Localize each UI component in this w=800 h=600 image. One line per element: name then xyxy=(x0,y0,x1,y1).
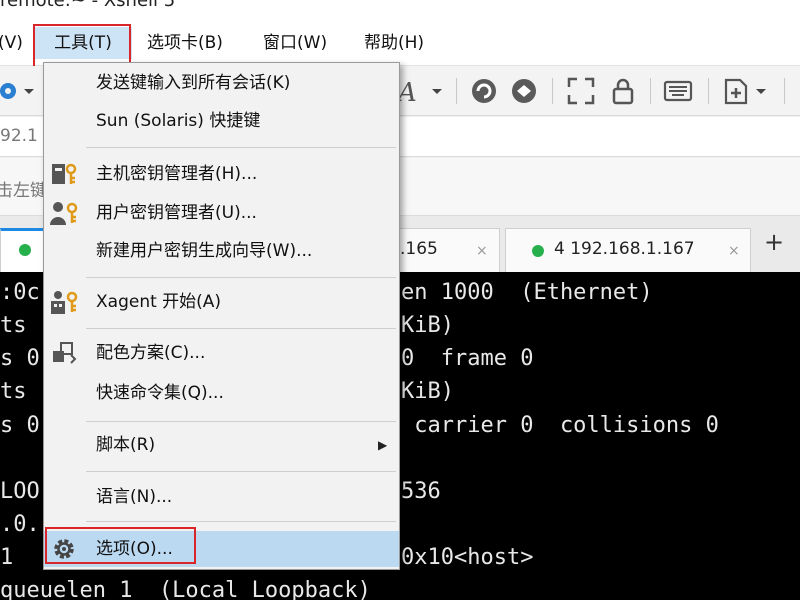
terminal-line-left: LOO xyxy=(0,479,40,504)
menu-view[interactable]: (V) xyxy=(0,27,23,59)
lock-icon[interactable] xyxy=(608,76,638,106)
xagent-toolbar-icon[interactable] xyxy=(508,76,540,106)
menu-separator xyxy=(86,471,396,472)
tab-session-165[interactable]: .165 × xyxy=(395,228,500,272)
address-text: 92.1 xyxy=(0,126,38,146)
tab-session-167[interactable]: 4 192.168.1.167 × xyxy=(505,228,751,272)
menu-item-label: 发送键输入到所有会话(K) xyxy=(96,73,291,93)
menu-help[interactable]: 帮助(H) xyxy=(364,27,424,59)
menu-item-host-key-manager[interactable]: 主机密钥管理者(H)... xyxy=(44,157,399,191)
settings-dropdown-icon[interactable] xyxy=(0,76,36,106)
svg-text:A: A xyxy=(398,78,417,106)
color-scheme-icon xyxy=(53,342,77,364)
menu-item-language[interactable]: 语言(N)... xyxy=(44,480,399,514)
terminal-line-right: KiB) xyxy=(401,313,454,338)
terminal-line-right: carrier 0 collisions 0 xyxy=(401,413,719,438)
title-bar: remote:~ - Xshell 5 xyxy=(0,0,800,20)
annotation-highlight-box xyxy=(45,527,196,564)
menu-window[interactable]: 窗口(W) xyxy=(263,27,327,59)
terminal-line-right: 536 xyxy=(401,479,441,504)
terminal-line-right: 0 frame 0 xyxy=(401,346,534,371)
menu-item-label: 配色方案(C)... xyxy=(96,343,206,363)
menu-tabs[interactable]: 选项卡(B) xyxy=(147,27,223,59)
terminal-line-left: 1 xyxy=(0,545,14,570)
menu-item-script[interactable]: 脚本(R) ▶ xyxy=(44,428,399,462)
terminal-line-left: ts xyxy=(0,313,27,338)
connected-indicator xyxy=(19,244,31,256)
xagent-icon xyxy=(51,291,78,314)
menu-item-send-key-input[interactable]: 发送键输入到所有会话(K) xyxy=(44,66,399,100)
tab-label: .165 xyxy=(400,239,438,259)
menu-separator xyxy=(86,521,396,522)
terminal-line-left: s 0 xyxy=(0,413,40,438)
connected-indicator xyxy=(532,245,544,257)
menu-item-label: 语言(N)... xyxy=(96,487,173,507)
close-icon[interactable]: × xyxy=(476,243,488,259)
terminal-line-right: 0x10<host> xyxy=(401,545,534,570)
menu-separator xyxy=(86,328,396,329)
terminal-line-left: s 0 xyxy=(0,346,40,371)
tab-label: 4 192.168.1.167 xyxy=(554,239,695,259)
window-title: remote:~ - Xshell 5 xyxy=(0,0,176,11)
menu-item-color-scheme[interactable]: 配色方案(C)... xyxy=(44,336,399,370)
terminal-line-left: .0. xyxy=(0,512,40,537)
menu-item-quick-commands[interactable]: 快速命令集(Q)... xyxy=(44,376,399,410)
terminal-line-left: queuelen 1 (Local Loopback) xyxy=(0,578,371,600)
new-session-icon[interactable] xyxy=(722,76,770,106)
menu-item-user-key-manager[interactable]: 用户密钥管理者(U)... xyxy=(44,196,399,230)
menu-separator xyxy=(86,147,396,148)
menu-item-sun-solaris-keys[interactable]: Sun (Solaris) 快捷键 xyxy=(44,104,399,138)
font-icon[interactable]: A xyxy=(398,76,446,106)
close-icon[interactable]: × xyxy=(728,243,740,259)
user-key-icon xyxy=(50,202,78,225)
terminal-line-left: :0c xyxy=(0,280,40,305)
menu-item-label: 用户密钥管理者(U)... xyxy=(96,203,257,223)
tools-dropdown-menu: 发送键输入到所有会话(K) Sun (Solaris) 快捷键 主机密钥管理者(… xyxy=(43,62,400,570)
terminal-line-right: en 1000 (Ethernet) xyxy=(401,280,653,305)
terminal-line-left: ts xyxy=(0,379,27,404)
add-tab-button[interactable]: + xyxy=(756,216,792,268)
host-key-icon xyxy=(52,163,77,184)
fullscreen-icon[interactable] xyxy=(566,76,596,106)
submenu-arrow-icon: ▶ xyxy=(378,438,388,452)
menu-item-label: Xagent 开始(A) xyxy=(96,292,222,312)
menu-item-label: 新建用户密钥生成向导(W)... xyxy=(96,241,313,261)
menu-item-label: 脚本(R) xyxy=(96,435,156,455)
xftp-icon[interactable] xyxy=(468,76,500,106)
menu-item-new-user-key-wizard[interactable]: 新建用户密钥生成向导(W)... xyxy=(44,234,399,268)
keyboard-icon[interactable] xyxy=(662,76,694,106)
menu-item-label: Sun (Solaris) 快捷键 xyxy=(96,111,261,131)
menu-item-xagent-start[interactable]: Xagent 开始(A) xyxy=(44,285,399,319)
menu-separator xyxy=(86,277,396,278)
hint-text: 击左键 xyxy=(0,181,47,201)
terminal-line-right: KiB) xyxy=(401,379,454,404)
menu-item-label: 快速命令集(Q)... xyxy=(96,383,224,403)
menu-item-label: 主机密钥管理者(H)... xyxy=(96,164,258,184)
menu-separator xyxy=(86,421,396,422)
